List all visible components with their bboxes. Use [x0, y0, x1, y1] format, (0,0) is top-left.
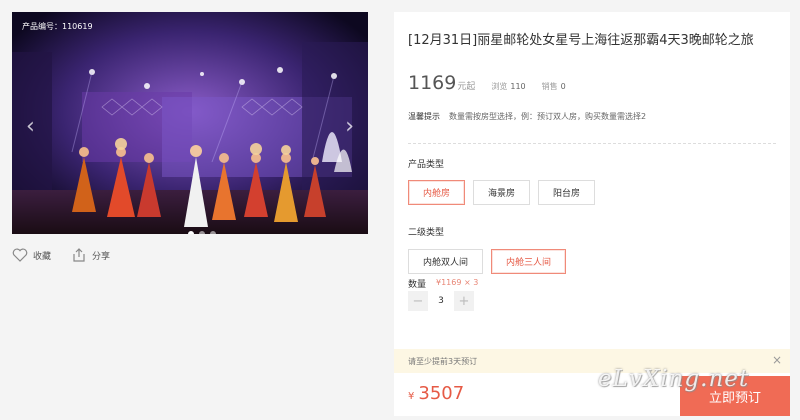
tip-label: 温馨提示	[408, 112, 440, 121]
booking-panel: [12月31日]丽星邮轮处女星号上海往返那霸4天3晚邮轮之旅 1169 元起 浏…	[394, 12, 790, 416]
favorite-button[interactable]: 收藏	[12, 248, 51, 262]
product-gallery[interactable]: 产品编号：110619 ‹ ›	[12, 12, 368, 234]
views-stat: 浏览 110	[491, 81, 525, 92]
share-icon	[73, 248, 85, 262]
chevron-left-icon[interactable]: ‹	[26, 116, 35, 138]
currency-symbol: ¥	[408, 391, 415, 402]
heart-icon	[12, 248, 28, 262]
share-label: 分享	[92, 251, 111, 262]
slide-dot[interactable]	[199, 231, 205, 234]
sales-stat: 销售 0	[542, 81, 566, 92]
total-price: ¥ 3507	[408, 383, 464, 404]
increment-button[interactable]: +	[454, 291, 474, 311]
room-type-option[interactable]: 海景房	[473, 180, 531, 205]
views-count: 110	[510, 82, 526, 91]
room-type-label: 产品类型	[408, 160, 445, 170]
sub-type-label: 二级类型	[408, 228, 445, 238]
total-value: 3507	[418, 383, 465, 404]
room-type-option[interactable]: 阳台房	[538, 180, 596, 205]
views-label: 浏览	[491, 82, 508, 91]
product-actions: 收藏 分享	[12, 248, 110, 262]
notice-text: 请至少提前3天预订	[408, 356, 478, 366]
price-value: 1169	[408, 72, 457, 94]
quantity-label: 数量	[408, 280, 427, 290]
price-suffix: 元起	[457, 82, 476, 92]
divider	[408, 143, 776, 144]
chevron-right-icon[interactable]: ›	[345, 116, 354, 138]
favorite-label: 收藏	[33, 251, 52, 262]
quantity-value[interactable]: 3	[428, 296, 454, 306]
sub-type-option[interactable]: 内舱双人间	[408, 249, 484, 274]
share-button[interactable]: 分享	[71, 248, 110, 262]
room-type-options: 内舱房 海景房 阳台房	[408, 180, 596, 205]
sub-type-options: 内舱双人间 内舱三人间	[408, 249, 567, 274]
tip-text: 数量需按房型选择，例：预订双人房，购买数量需选择2	[449, 112, 647, 121]
product-title: [12月31日]丽星邮轮处女星号上海往返那霸4天3晚邮轮之旅	[408, 33, 754, 48]
product-code-label: 产品编号：110619	[22, 22, 93, 31]
sales-count: 0	[560, 82, 566, 91]
close-icon[interactable]: ×	[772, 353, 782, 367]
decrement-button[interactable]: −	[408, 291, 428, 311]
stage-show-photo	[12, 12, 368, 234]
slide-dot[interactable]	[210, 231, 216, 234]
sales-label: 销售	[541, 82, 558, 91]
quantity-formula: ¥1169 × 3	[436, 278, 479, 287]
slide-dot[interactable]	[188, 231, 194, 234]
quantity-stepper: − 3 +	[408, 291, 474, 311]
watermark: eLvXing.net	[598, 366, 750, 392]
room-type-option[interactable]: 内舱房	[408, 180, 466, 205]
sub-type-option[interactable]: 内舱三人间	[491, 249, 567, 274]
slide-indicator	[188, 231, 216, 234]
tip-row: 温馨提示 数量需按房型选择，例：预订双人房，购买数量需选择2	[408, 111, 646, 122]
price-row: 1169 元起 浏览 110 销售 0	[408, 72, 566, 94]
